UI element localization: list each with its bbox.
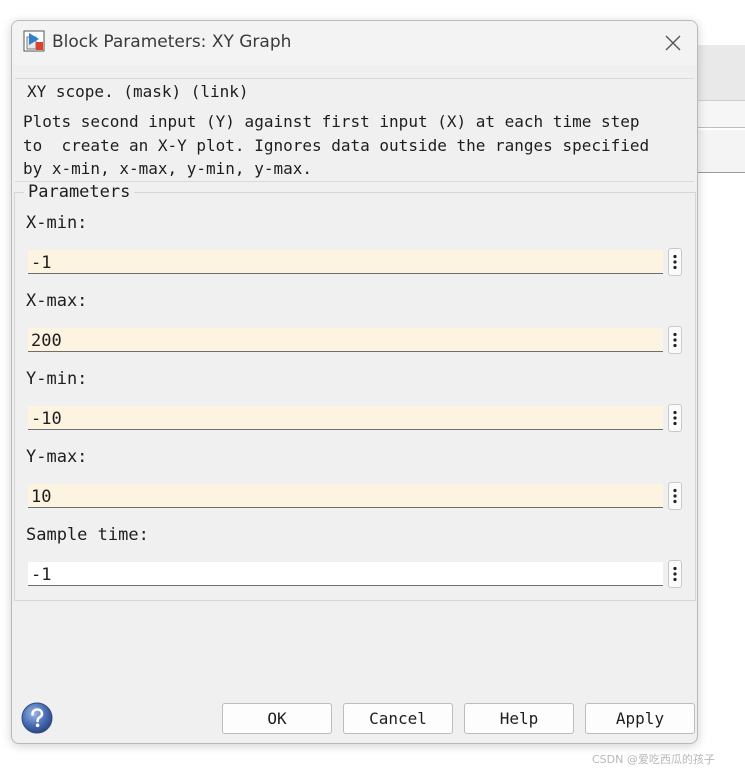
vertical-dots-icon [673, 410, 677, 426]
y-min-input[interactable] [28, 406, 663, 430]
simulink-block-icon [23, 30, 45, 52]
close-icon [665, 35, 681, 51]
parameters-group: Parameters X-min: X-max: Y-min: Y-max: [14, 182, 696, 601]
x-max-label: X-max: [26, 291, 88, 311]
background-ribbon [690, 130, 745, 173]
title-bar[interactable]: Block Parameters: XY Graph [12, 21, 697, 65]
ok-button[interactable]: OK [222, 703, 332, 734]
mask-heading: XY scope. (mask) (link) [24, 82, 253, 101]
mask-description-line: to create an X-Y plot. Ignores data outs… [23, 135, 650, 155]
vertical-dots-icon [673, 332, 677, 348]
mask-description-group: XY scope. (mask) (link) Plots second inp… [15, 78, 694, 182]
x-min-label: X-min: [26, 213, 88, 233]
cancel-button[interactable]: Cancel [343, 703, 453, 734]
background-toolbar [690, 100, 745, 128]
window-title: Block Parameters: XY Graph [52, 32, 292, 52]
background-panel [690, 45, 745, 100]
sample-time-input[interactable] [28, 562, 663, 586]
mask-description-line: by x-min, x-max, y-min, y-max. [23, 159, 312, 178]
vertical-dots-icon [673, 566, 677, 582]
parameters-heading: Parameters [24, 182, 135, 202]
y-max-label: Y-max: [26, 447, 88, 467]
close-button[interactable] [660, 30, 686, 56]
x-max-more-button[interactable] [668, 326, 682, 354]
x-min-input[interactable] [28, 250, 663, 274]
vertical-dots-icon [673, 488, 677, 504]
x-min-more-button[interactable] [668, 248, 682, 276]
apply-button[interactable]: Apply [585, 703, 695, 734]
help-icon[interactable] [21, 702, 53, 734]
watermark: CSDN @爱吃西瓜的孩子 [592, 753, 715, 766]
sample-time-label: Sample time: [26, 525, 149, 545]
y-max-more-button[interactable] [668, 482, 682, 510]
vertical-dots-icon [673, 254, 677, 270]
y-min-label: Y-min: [26, 369, 88, 389]
mask-description-line: Plots second input (Y) against first inp… [23, 112, 640, 131]
x-max-input[interactable] [28, 328, 663, 352]
y-max-input[interactable] [28, 484, 663, 508]
block-parameters-dialog: Block Parameters: XY Graph XY scope. (ma… [11, 20, 698, 744]
help-button[interactable]: Help [464, 703, 574, 734]
mask-description: Plots second input (Y) against first inp… [23, 110, 693, 181]
y-min-more-button[interactable] [668, 404, 682, 432]
sample-time-more-button[interactable] [668, 560, 682, 588]
